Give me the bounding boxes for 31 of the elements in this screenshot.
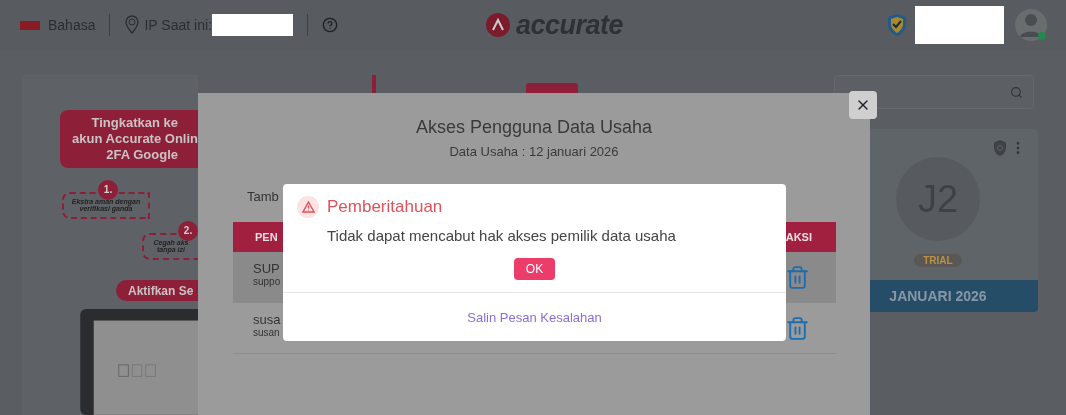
banner-text: akun Accurate Onlin xyxy=(71,131,198,147)
close-button[interactable] xyxy=(849,91,877,119)
dialog-title: Akses Pengguna Data Usaha xyxy=(415,117,653,138)
activate-button[interactable]: Aktifkan Se xyxy=(116,279,198,302)
column-header: AKSI xyxy=(785,231,812,243)
column-header: PEN xyxy=(255,231,278,243)
user-name: susa xyxy=(253,312,281,327)
banner-text: 2FA Google xyxy=(105,147,179,163)
trial-badge: TRIAL xyxy=(914,254,962,267)
banner-text: Tingkatkan ke xyxy=(90,115,179,131)
search-icon xyxy=(1010,85,1023,99)
user-name: SUP xyxy=(253,261,281,276)
alert-title: Pemberitahuan xyxy=(327,197,443,217)
add-user-text: Tamb xyxy=(247,189,279,204)
location-pin-icon xyxy=(124,15,141,35)
copy-error-link[interactable]: Salin Pesan Kesalahan xyxy=(467,309,602,325)
dialog-subtitle: Data Usaha : 12 januari 2026 xyxy=(449,144,619,159)
shield-icon xyxy=(992,139,1008,157)
delete-button[interactable] xyxy=(785,315,810,341)
step-number: 2. xyxy=(178,220,198,241)
help-icon[interactable] xyxy=(321,17,338,33)
flag-icon xyxy=(20,20,40,30)
ok-button[interactable]: OK xyxy=(514,258,555,280)
step-number: 1. xyxy=(98,179,118,200)
alert-message: Tidak dapat mencabut hak akses pemilik data usaha xyxy=(327,227,677,244)
user-email: suppo xyxy=(253,276,281,287)
warning-icon xyxy=(297,196,319,218)
user-email: susan xyxy=(253,327,281,338)
logo-icon xyxy=(485,13,510,37)
shield-check-icon xyxy=(886,13,908,37)
delete-button[interactable] xyxy=(785,264,810,290)
